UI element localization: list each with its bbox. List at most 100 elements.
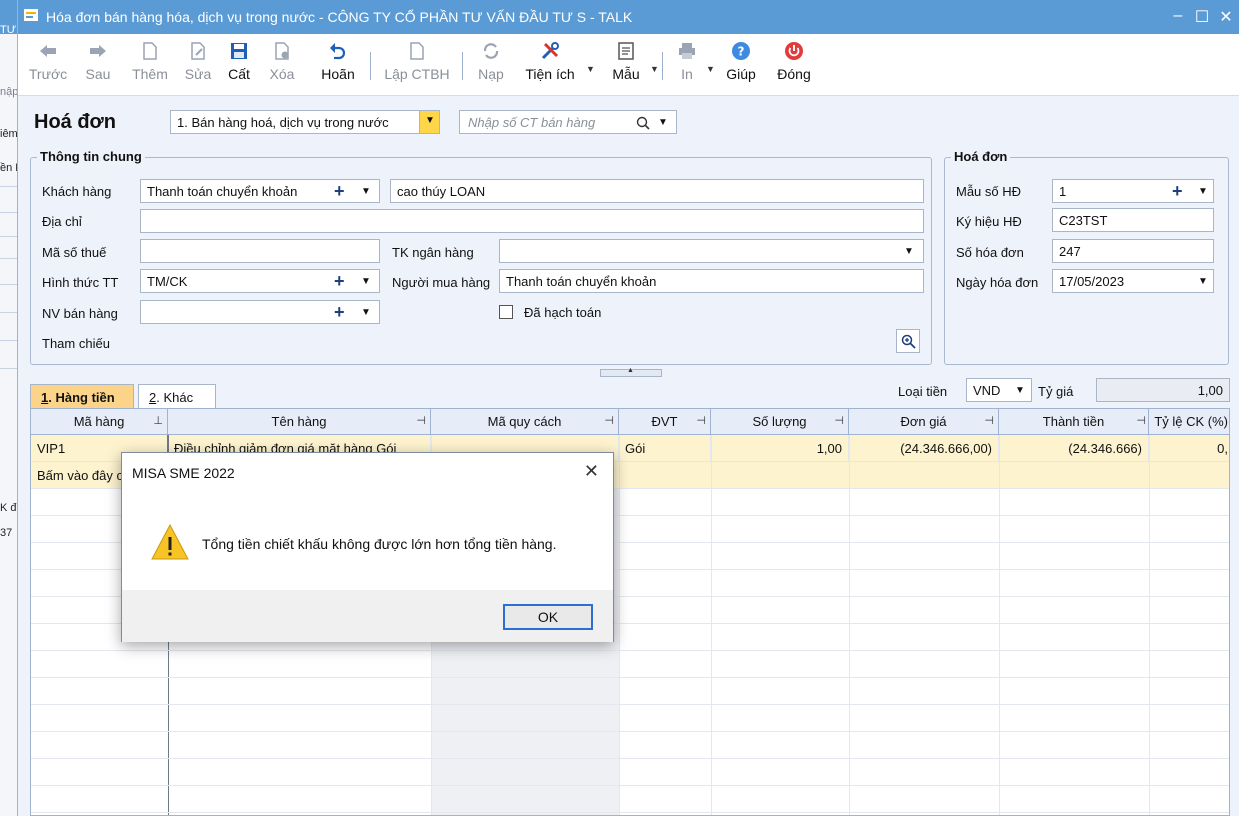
- save-button[interactable]: Cất: [224, 40, 254, 90]
- title-bar: Hóa đơn bán hàng hóa, dịch vụ trong nước…: [18, 0, 1239, 34]
- next-button[interactable]: Sau: [80, 40, 116, 90]
- column-header-item-name[interactable]: Tên hàng ⊣: [168, 409, 431, 435]
- column-header-amount[interactable]: Thành tiền ⊣: [999, 409, 1149, 435]
- salesperson-dropdown-icon[interactable]: ▼: [361, 307, 371, 318]
- search-dropdown-icon[interactable]: ▼: [658, 117, 668, 128]
- template-button[interactable]: Mẫu: [606, 40, 646, 90]
- previous-label: Trước: [28, 66, 68, 82]
- column-header-unit-price[interactable]: Đơn giá ⊣: [849, 409, 999, 435]
- tax-code-label: Mã số thuế: [42, 245, 107, 260]
- invoice-window: Hóa đơn bán hàng hóa, dịch vụ trong nước…: [18, 0, 1239, 816]
- help-button[interactable]: ? Giúp: [724, 40, 758, 90]
- payment-method-dropdown-icon[interactable]: ▼: [361, 276, 371, 287]
- close-form-button[interactable]: Đóng: [774, 40, 814, 90]
- add-template-number-icon[interactable]: +: [1172, 182, 1183, 200]
- bg-title-fragment: TƯ: [0, 24, 17, 36]
- voucher-search[interactable]: Nhập số CT bán hàng ▼: [459, 110, 677, 134]
- invoice-type-select[interactable]: 1. Bán hàng hoá, dịch vụ trong nước ▼: [170, 110, 440, 134]
- tax-code-field[interactable]: [140, 239, 380, 263]
- posted-label: Đã hạch toán: [524, 305, 602, 320]
- template-number-field[interactable]: 1: [1052, 179, 1214, 203]
- cell-quantity[interactable]: 1,00: [711, 435, 849, 462]
- tab-other[interactable]: 2. Khác: [138, 384, 216, 408]
- currency-dropdown-icon[interactable]: ▼: [1015, 385, 1025, 396]
- template-dropdown-icon[interactable]: ▼: [650, 64, 659, 74]
- cell-unit-price[interactable]: (24.346.666,00): [849, 435, 999, 462]
- pin-icon[interactable]: ⊣: [1136, 414, 1146, 427]
- invoice-number-field[interactable]: 247: [1052, 239, 1214, 263]
- utilities-dropdown-icon[interactable]: ▼: [586, 64, 595, 74]
- invoice-date-field[interactable]: 17/05/2023: [1052, 269, 1214, 293]
- customer-name-field[interactable]: cao thúy LOAN: [390, 179, 924, 203]
- exchange-rate-field[interactable]: 1,00: [1096, 378, 1230, 402]
- invoice-number-value: 247: [1059, 244, 1081, 259]
- salesperson-label: NV bán hàng: [42, 306, 118, 321]
- pin-icon[interactable]: ⊣: [416, 414, 426, 427]
- tab-goods-money[interactable]: 1. Hàng tiền: [30, 384, 134, 408]
- posted-checkbox[interactable]: [499, 305, 513, 319]
- close-window-button[interactable]: ✕: [1216, 7, 1236, 27]
- template-number-value: 1: [1059, 184, 1067, 199]
- previous-button[interactable]: Trước: [28, 40, 68, 90]
- delete-label: Xóa: [269, 66, 295, 82]
- delete-button[interactable]: Xóa: [264, 40, 300, 90]
- template-number-dropdown-icon[interactable]: ▼: [1198, 186, 1208, 197]
- invoice-date-dropdown-icon[interactable]: ▼: [1198, 276, 1208, 287]
- column-header-discount-rate[interactable]: Tỷ lệ CK (%): [1149, 409, 1229, 435]
- edit-label: Sửa: [184, 66, 212, 82]
- invoice-type-value: 1. Bán hàng hoá, dịch vụ trong nước: [177, 115, 389, 130]
- invoice-type-dropdown-button[interactable]: ▼: [419, 111, 439, 133]
- add-customer-icon[interactable]: +: [334, 182, 345, 200]
- pin-icon[interactable]: ⊥: [153, 414, 163, 427]
- customer-dropdown-icon[interactable]: ▼: [361, 186, 371, 197]
- bank-account-select[interactable]: [499, 239, 924, 263]
- minimize-button[interactable]: –: [1168, 7, 1188, 25]
- postpone-button[interactable]: Hoãn: [316, 40, 360, 90]
- add-salesperson-icon[interactable]: +: [334, 303, 345, 321]
- reference-zoom-button[interactable]: [896, 329, 920, 353]
- print-dropdown-icon[interactable]: ▼: [706, 64, 715, 74]
- bg-text-fragment: 37: [0, 527, 13, 539]
- empty-row: [31, 759, 1229, 786]
- cell-discount-rate[interactable]: 0,: [1149, 435, 1229, 462]
- pin-icon[interactable]: ⊣: [984, 414, 994, 427]
- edit-document-icon: [191, 42, 205, 60]
- address-field[interactable]: [140, 209, 924, 233]
- invoice-symbol-value: C23TST: [1059, 213, 1108, 228]
- new-document-icon: [143, 42, 157, 60]
- search-icon[interactable]: [636, 116, 650, 130]
- invoice-symbol-field[interactable]: C23TST: [1052, 208, 1214, 232]
- pin-icon[interactable]: ⊣: [696, 414, 706, 427]
- invoice-number-label: Số hóa đơn: [956, 245, 1024, 260]
- arrow-left-icon: [40, 45, 56, 57]
- pin-icon[interactable]: ⊣: [834, 414, 844, 427]
- add-payment-method-icon[interactable]: +: [334, 272, 345, 290]
- create-sales-voucher-button[interactable]: Lập CTBH: [382, 40, 452, 90]
- column-header-item-code[interactable]: Mã hàng ⊥: [31, 409, 168, 435]
- dialog-close-button[interactable]: ✕: [584, 461, 599, 482]
- save-icon: [231, 43, 247, 59]
- cell-unit[interactable]: Gói: [619, 435, 711, 462]
- maximize-button[interactable]: ☐: [1192, 7, 1212, 27]
- cell-amount[interactable]: (24.346.666): [999, 435, 1149, 462]
- error-dialog: MISA SME 2022 ✕ Tổng tiền chiết khấu khô…: [121, 452, 614, 642]
- bank-account-dropdown-icon[interactable]: ▼: [904, 246, 914, 257]
- edit-button[interactable]: Sửa: [182, 40, 214, 90]
- print-button[interactable]: In: [672, 40, 702, 90]
- column-header-quantity[interactable]: Số lượng ⊣: [711, 409, 849, 435]
- panel-splitter[interactable]: ▲: [600, 367, 662, 377]
- ok-button[interactable]: OK: [503, 604, 593, 630]
- reload-button[interactable]: Nạp: [474, 40, 508, 90]
- background-window: TƯ nập iêm ền K K đơ 37: [0, 0, 18, 816]
- empty-row: [31, 786, 1229, 813]
- add-button[interactable]: Thêm: [130, 40, 170, 90]
- printer-icon: [679, 43, 695, 59]
- pin-icon[interactable]: ⊣: [604, 414, 614, 427]
- column-header-spec-code[interactable]: Mã quy cách ⊣: [431, 409, 619, 435]
- currency-label: Loại tiền: [898, 384, 948, 399]
- column-header-unit[interactable]: ĐVT ⊣: [619, 409, 711, 435]
- utilities-button[interactable]: Tiện ích: [522, 40, 578, 90]
- customer-code-value: Thanh toán chuyển khoản: [147, 184, 298, 199]
- buyer-field[interactable]: Thanh toán chuyển khoản: [499, 269, 924, 293]
- currency-select[interactable]: VND ▼: [966, 378, 1032, 402]
